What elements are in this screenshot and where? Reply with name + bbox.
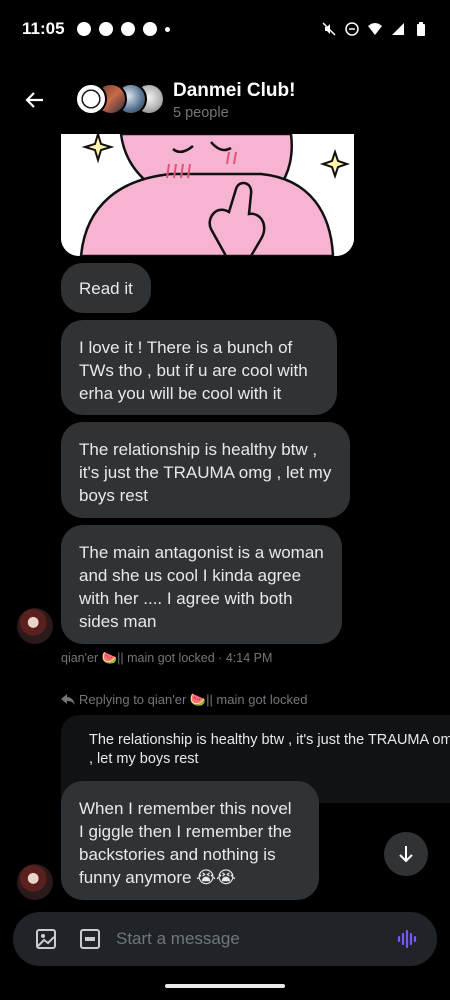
- reply-context: Replying to qian'er 🍉|| main got locked: [61, 692, 307, 708]
- status-time: 11:05: [22, 19, 65, 38]
- sender-avatar[interactable]: [17, 864, 53, 900]
- group-avatars[interactable]: [75, 83, 165, 117]
- dnd-icon: [345, 22, 359, 36]
- message-bubble[interactable]: I love it ! There is a bunch of TWs tho …: [61, 320, 337, 415]
- conversation-info[interactable]: Danmei Club! 5 people: [173, 80, 295, 121]
- system-icons: [322, 22, 428, 36]
- voice-wave-icon: [397, 929, 417, 949]
- snapchat-icon: [120, 22, 135, 36]
- arrow-down-icon: [399, 846, 413, 863]
- meta-separator: ·: [218, 651, 226, 665]
- image-button[interactable]: [34, 927, 58, 951]
- message-bubble[interactable]: The relationship is healthy btw , it's j…: [61, 422, 350, 518]
- message-text: The main antagonist is a woman and she u…: [79, 543, 324, 631]
- participant-count: 5 people: [173, 104, 229, 121]
- scroll-to-bottom-button[interactable]: [384, 832, 428, 876]
- home-indicator[interactable]: [165, 984, 285, 988]
- sender-name: qian'er 🍉|| main got locked: [61, 651, 215, 665]
- gif-icon: [80, 929, 100, 949]
- image-icon: [36, 929, 56, 949]
- reply-arrow-icon: [61, 694, 75, 705]
- wifi-icon: [368, 23, 382, 35]
- sender-avatar[interactable]: [17, 608, 53, 644]
- notification-icons: [76, 22, 170, 36]
- discord-icon: [142, 22, 157, 36]
- dot-icon: [164, 26, 170, 32]
- message-text: I love it ! There is a bunch of TWs tho …: [79, 338, 308, 403]
- chat-bubble-icon: [76, 22, 91, 36]
- message-time: 4:14 PM: [225, 651, 273, 665]
- battery-icon: [417, 22, 425, 36]
- message-meta: qian'er 🍉|| main got locked · 4:14 PM: [61, 651, 272, 666]
- conversation-header: Danmei Club! 5 people: [0, 70, 450, 130]
- message-bubble[interactable]: Read it: [61, 263, 151, 313]
- message-text: The relationship is healthy btw , it's j…: [79, 440, 332, 505]
- message-text: When I remember this novel I giggle then…: [79, 799, 292, 887]
- message-input[interactable]: [116, 929, 395, 949]
- reply-label-text: Replying to qian'er 🍉|| main got locked: [79, 692, 308, 707]
- back-button[interactable]: [15, 80, 55, 120]
- sticker-image: [61, 134, 354, 256]
- message-text: Read it: [79, 279, 133, 298]
- signal-icon: [392, 23, 404, 35]
- message-bubble[interactable]: The main antagonist is a woman and she u…: [61, 525, 342, 644]
- conversation-title: Danmei Club!: [173, 79, 296, 101]
- arrow-left-icon: [25, 92, 43, 108]
- status-bar: 11:05: [0, 0, 450, 58]
- quoted-text: The relationship is healthy btw , it's j…: [89, 732, 450, 767]
- image-message[interactable]: [61, 134, 354, 256]
- messenger-icon: [98, 22, 113, 36]
- message-bubble[interactable]: When I remember this novel I giggle then…: [61, 781, 319, 900]
- avatar: [75, 83, 107, 115]
- message-composer: [13, 912, 437, 966]
- gif-button[interactable]: [78, 927, 102, 951]
- voice-message-button[interactable]: [395, 927, 419, 951]
- mute-icon: [322, 22, 336, 36]
